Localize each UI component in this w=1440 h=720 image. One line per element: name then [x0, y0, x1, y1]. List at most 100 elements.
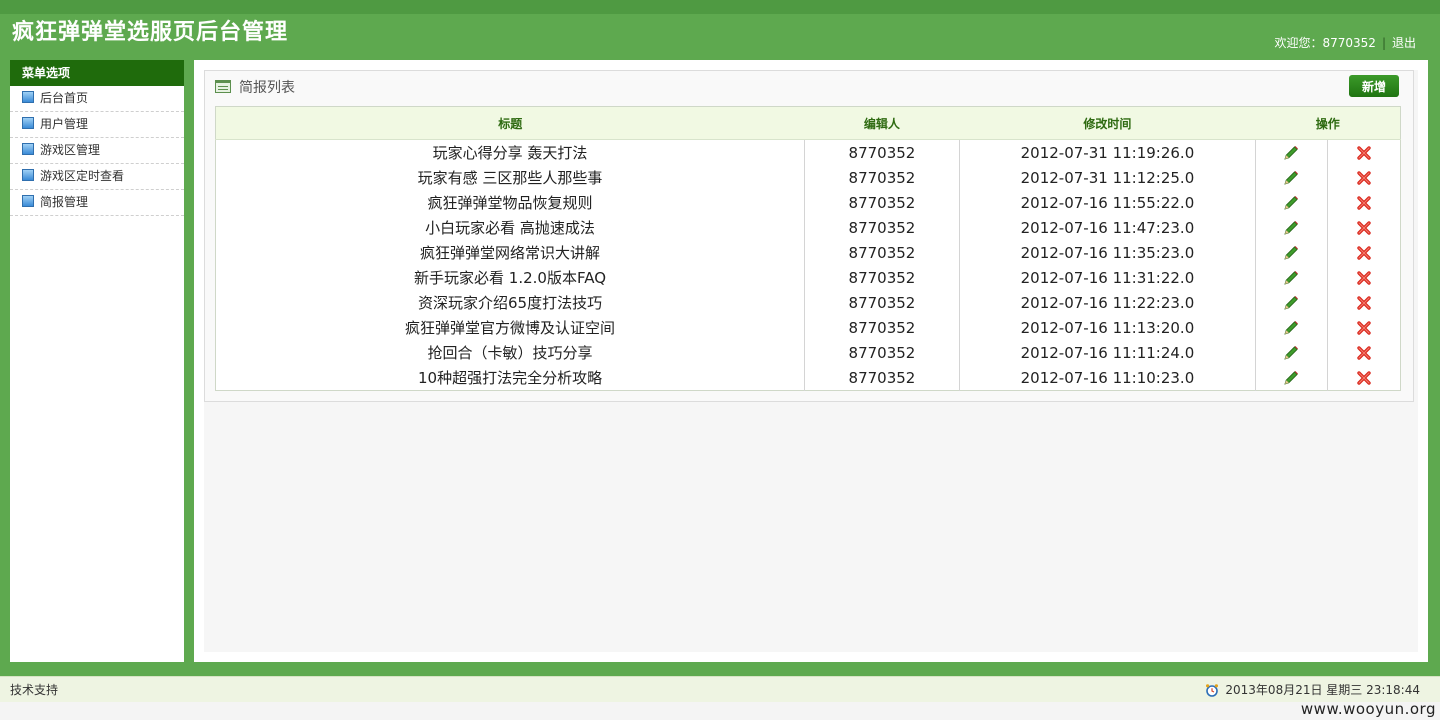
briefing-table: 标题 编辑人 修改时间 操作 玩家心得分享 轰天打法 8770352 2012-07… [215, 106, 1401, 391]
sidebar-item-label: 用户管理 [40, 117, 89, 131]
current-datetime: 2013年08月21日 星期三 23:18:44 [1225, 683, 1420, 697]
cell-title: 玩家有感 三区那些人那些事 [215, 165, 806, 190]
welcome-text: 欢迎您：8770352 [1274, 36, 1376, 50]
cell-title: 疯狂弹弹堂网络常识大讲解 [215, 240, 806, 265]
delete-icon[interactable] [1356, 370, 1372, 386]
cell-edit [1255, 340, 1328, 365]
delete-icon[interactable] [1356, 220, 1372, 236]
column-header-modified: 修改时间 [959, 106, 1256, 140]
cell-edit [1255, 139, 1328, 165]
cell-delete [1327, 315, 1400, 340]
user-bar: 欢迎您：8770352 | 退出 [1274, 34, 1416, 51]
cell-title: 新手玩家必看 1.2.0版本FAQ [215, 265, 806, 290]
cell-delete [1327, 365, 1400, 391]
cell-title: 资深玩家介绍65度打法技巧 [215, 290, 806, 315]
table-row: 疯狂弹弹堂网络常识大讲解 8770352 2012-07-16 11:35:23.0 [215, 240, 1401, 265]
sidebar-item-label: 简报管理 [40, 195, 89, 209]
cell-modified-time: 2012-07-16 11:22:23.0 [959, 290, 1257, 315]
panel-title-text: 简报列表 [239, 80, 295, 96]
table-row: 玩家有感 三区那些人那些事 8770352 2012-07-31 11:12:25.… [215, 165, 1401, 190]
cell-modified-time: 2012-07-16 11:47:23.0 [959, 215, 1257, 240]
footer: 技术支持 2013年08月21日 星期三 23:18:44 [0, 676, 1440, 703]
column-header-title: 标题 [215, 106, 805, 140]
pencil-icon[interactable] [1282, 194, 1300, 212]
cell-editor: 8770352 [804, 315, 960, 340]
delete-icon[interactable] [1356, 320, 1372, 336]
column-header-editor: 编辑人 [804, 106, 960, 140]
sidebar-item-label: 后台首页 [40, 91, 89, 105]
cell-modified-time: 2012-07-16 11:35:23.0 [959, 240, 1257, 265]
cell-title: 疯狂弹弹堂物品恢复规则 [215, 190, 806, 215]
table-row: 疯狂弹弹堂官方微博及认证空间 8770352 2012-07-16 11:13:20… [215, 315, 1401, 340]
column-header-actions: 操作 [1255, 106, 1401, 140]
cell-delete [1327, 290, 1400, 315]
cell-editor: 8770352 [804, 215, 960, 240]
cell-edit [1255, 190, 1328, 215]
cell-delete [1327, 190, 1400, 215]
logout-link[interactable]: 退出 [1392, 36, 1416, 50]
pencil-icon[interactable] [1282, 269, 1300, 287]
delete-icon[interactable] [1356, 245, 1372, 261]
pencil-icon[interactable] [1282, 294, 1300, 312]
pencil-icon[interactable] [1282, 369, 1300, 387]
cell-edit [1255, 290, 1328, 315]
main-content: 简报列表 新增 标题 编辑人 修改时间 操作 玩家心得分享 轰天打法 877035… [204, 70, 1418, 652]
list-icon [215, 80, 231, 93]
delete-icon[interactable] [1356, 145, 1372, 161]
sidebar-item-zone-schedule[interactable]: 游戏区定时查看 [10, 164, 184, 190]
delete-icon[interactable] [1356, 295, 1372, 311]
cell-modified-time: 2012-07-16 11:55:22.0 [959, 190, 1257, 215]
sidebar-item-home[interactable]: 后台首页 [10, 86, 184, 112]
square-bullet-icon [22, 143, 34, 155]
watermark-text: www.wooyun.org [1300, 700, 1436, 718]
delete-icon[interactable] [1356, 170, 1372, 186]
square-bullet-icon [22, 91, 34, 103]
cell-edit [1255, 365, 1328, 391]
add-button[interactable]: 新增 [1349, 75, 1399, 97]
cell-editor: 8770352 [804, 365, 960, 391]
cell-delete [1327, 165, 1400, 190]
pencil-icon[interactable] [1282, 319, 1300, 337]
delete-icon[interactable] [1356, 195, 1372, 211]
table-row: 10种超强打法完全分析攻略 8770352 2012-07-16 11:10:23.… [215, 365, 1401, 391]
cell-delete [1327, 265, 1400, 290]
sidebar-item-label: 游戏区管理 [40, 143, 101, 157]
table-body: 玩家心得分享 轰天打法 8770352 2012-07-31 11:19:26.0 玩… [215, 139, 1401, 391]
cell-editor: 8770352 [804, 190, 960, 215]
pencil-icon[interactable] [1282, 169, 1300, 187]
square-bullet-icon [22, 117, 34, 129]
cell-modified-time: 2012-07-16 11:10:23.0 [959, 365, 1257, 391]
separator: | [1381, 36, 1386, 50]
pencil-icon[interactable] [1282, 144, 1300, 162]
cell-edit [1255, 215, 1328, 240]
cell-editor: 8770352 [804, 139, 960, 165]
table-row: 小白玩家必看 高抛速成法 8770352 2012-07-16 11:47:23.0 [215, 215, 1401, 240]
cell-edit [1255, 265, 1328, 290]
sidebar-item-game-zones[interactable]: 游戏区管理 [10, 138, 184, 164]
table-row: 资深玩家介绍65度打法技巧 8770352 2012-07-16 11:22:23.… [215, 290, 1401, 315]
tech-support-text: 技术支持 [10, 683, 59, 697]
table-row: 玩家心得分享 轰天打法 8770352 2012-07-31 11:19:26.0 [215, 139, 1401, 165]
sidebar-item-users[interactable]: 用户管理 [10, 112, 184, 138]
cell-editor: 8770352 [804, 290, 960, 315]
table-header-row: 标题 编辑人 修改时间 操作 [215, 106, 1401, 140]
pencil-icon[interactable] [1282, 244, 1300, 262]
square-bullet-icon [22, 195, 34, 207]
delete-icon[interactable] [1356, 345, 1372, 361]
cell-editor: 8770352 [804, 240, 960, 265]
cell-title: 10种超强打法完全分析攻略 [215, 365, 806, 391]
header: 疯狂弹弹堂选服页后台管理 欢迎您：8770352 | 退出 [0, 0, 1440, 60]
cell-modified-time: 2012-07-16 11:13:20.0 [959, 315, 1257, 340]
cell-editor: 8770352 [804, 340, 960, 365]
pencil-icon[interactable] [1282, 219, 1300, 237]
table-row: 抢回合（卡敏）技巧分享 8770352 2012-07-16 11:11:24.0 [215, 340, 1401, 365]
app-title: 疯狂弹弹堂选服页后台管理 [12, 20, 289, 45]
alarm-clock-icon [1206, 684, 1219, 697]
sidebar-item-briefings[interactable]: 简报管理 [10, 190, 184, 216]
cell-title: 玩家心得分享 轰天打法 [215, 139, 806, 165]
header-top-band [0, 0, 1440, 14]
delete-icon[interactable] [1356, 270, 1372, 286]
pencil-icon[interactable] [1282, 344, 1300, 362]
main-area: 简报列表 新增 标题 编辑人 修改时间 操作 玩家心得分享 轰天打法 877035… [194, 60, 1428, 662]
cell-modified-time: 2012-07-31 11:19:26.0 [959, 139, 1257, 165]
